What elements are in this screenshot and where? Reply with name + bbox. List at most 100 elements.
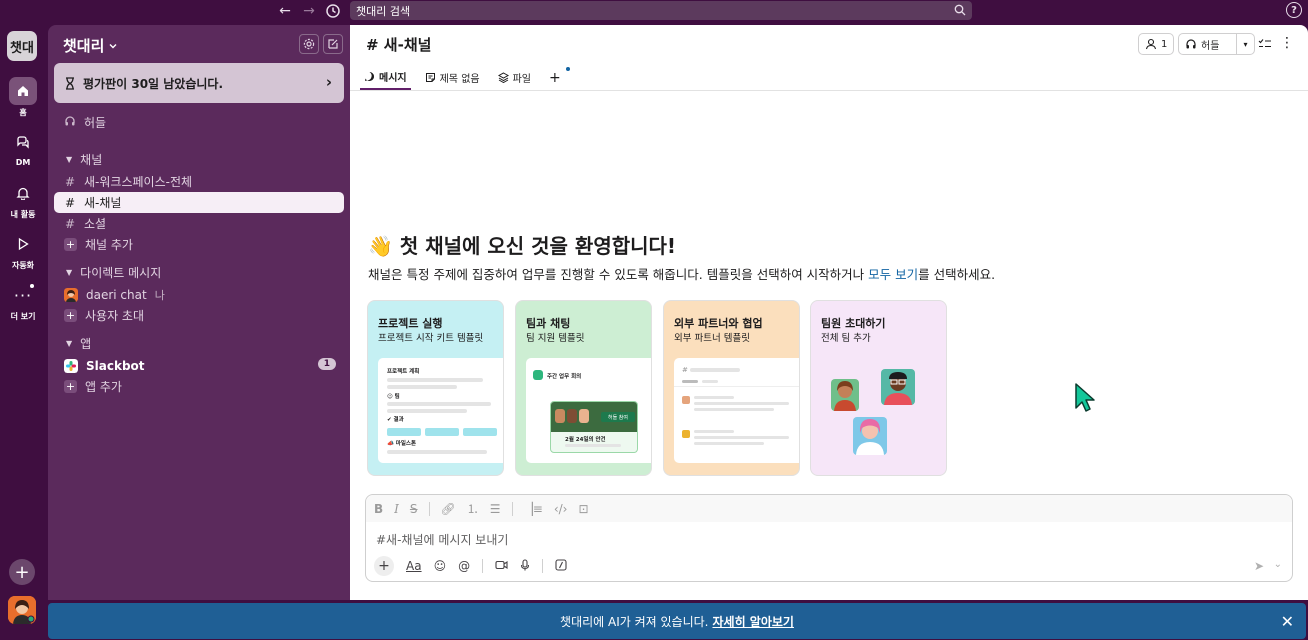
back-icon[interactable]: ← — [275, 1, 295, 21]
caret-down-icon: ▼ — [66, 154, 73, 164]
rail-label-more: 더 보기 — [10, 312, 36, 321]
help-icon[interactable]: ? — [1286, 2, 1302, 18]
search-input[interactable]: 챗대리 검색 — [350, 1, 972, 20]
channel-name: 새-워크스페이스-전체 — [84, 175, 193, 189]
rail-label-automation: 자동화 — [11, 261, 35, 270]
template-card-project[interactable]: 프로젝트 실행 프로젝트 시작 키트 템플릿 프로젝트 계획 ☺ 팀 ✔ 결과 … — [367, 300, 504, 476]
add-tab-button[interactable]: + — [545, 65, 570, 90]
template-card-team-chat[interactable]: 팀과 채팅 팀 지원 템플릿 주간 업무 회의 허들 참여 2월 24일의 안건 — [515, 300, 652, 476]
channel-name: 새-채널 — [84, 196, 122, 210]
plus-icon[interactable]: + — [374, 556, 394, 576]
divider — [350, 90, 1308, 91]
avatar[interactable] — [8, 596, 36, 624]
card-preview: 프로젝트 계획 ☺ 팀 ✔ 결과 📣 마일스톤 — [378, 358, 503, 463]
workspace-logo[interactable]: 챗대 — [7, 31, 37, 61]
mention-icon[interactable]: @ — [458, 559, 470, 573]
canvas-icon — [425, 73, 435, 82]
link-icon[interactable]: 🔗︎ — [441, 502, 456, 516]
composer-actions: + Aa ☺ @ — [374, 556, 567, 576]
sidebar-item-huddles[interactable]: 허들 — [54, 112, 344, 133]
hash-icon: # — [64, 174, 76, 189]
card-subtitle: 전체 팀 추가 — [821, 333, 871, 344]
card-title: 프로젝트 실행 — [378, 317, 443, 330]
italic-icon[interactable]: I — [394, 502, 399, 516]
bullet-list-icon[interactable]: ☰ — [490, 502, 501, 516]
rail-item-dm[interactable]: DM — [0, 128, 46, 167]
members-button[interactable]: 1 — [1138, 33, 1175, 55]
rail-item-home[interactable]: 홈 — [0, 77, 46, 118]
trial-banner[interactable]: 평가판이 30일 남았습니다. › — [54, 63, 344, 103]
sidebar-item-slackbot[interactable]: Slackbot 1 — [54, 355, 344, 376]
plus-icon: + — [64, 238, 77, 251]
more-vertical-icon[interactable]: ⋮ — [1280, 35, 1294, 51]
close-icon[interactable]: ✕ — [1281, 612, 1294, 631]
card-title: 외부 파트너와 협업 — [674, 317, 763, 330]
tab-label: 제목 없음 — [439, 74, 480, 85]
invite-label: 사용자 초대 — [85, 309, 145, 323]
top-bar: ← → 챗대리 검색 ? — [0, 0, 1308, 22]
add-channel-button[interactable]: + 채널 추가 — [54, 234, 344, 255]
plus-icon: + — [64, 380, 77, 393]
sidebar-item-dm[interactable]: daeri chat 나 — [54, 284, 344, 305]
members-count: 1 — [1161, 38, 1168, 50]
rail-item-activity[interactable]: 내 활동 — [0, 179, 46, 220]
microphone-icon[interactable] — [520, 558, 530, 574]
ordered-list-icon[interactable]: ⒈ — [467, 500, 479, 517]
checklist-icon[interactable] — [1252, 33, 1278, 55]
history-icon[interactable] — [323, 1, 343, 21]
card-preview: # — [674, 358, 799, 463]
add-workspace-button[interactable]: + — [9, 559, 35, 585]
compose-icon[interactable] — [323, 34, 343, 54]
code-block-icon[interactable]: ⊡ — [578, 502, 588, 516]
sidebar-item-channel-active[interactable]: # 새-채널 — [54, 192, 344, 213]
preview-line: ☺ 팀 — [387, 394, 400, 400]
more-icon: ··· — [13, 284, 34, 305]
blockquote-icon[interactable]: ▕≡ — [524, 502, 543, 516]
sidebar-item-channel[interactable]: # 새-워크스페이스-전체 — [54, 171, 344, 192]
rail-item-automation[interactable]: 자동화 — [0, 230, 46, 271]
emoji-icon[interactable]: ☺ — [434, 559, 447, 573]
page-title[interactable]: # 새-채널 — [366, 34, 431, 55]
card-subtitle: 팀 지원 템플릿 — [526, 333, 585, 344]
text-format-icon[interactable]: Aa — [406, 559, 422, 573]
section-label: 다이렉트 메시지 — [80, 265, 162, 280]
code-icon[interactable]: ‹/› — [554, 502, 568, 516]
team-illustration — [831, 369, 915, 455]
sidebar-item-channel[interactable]: # 소셜 — [54, 213, 344, 234]
user-icon — [1145, 38, 1157, 50]
see-all-link[interactable]: 모두 보기 — [868, 267, 918, 282]
message-input[interactable]: #새-채널에 메시지 보내기 — [376, 531, 508, 548]
bold-icon[interactable]: B — [374, 502, 383, 516]
caret-down-icon: ▼ — [66, 267, 73, 277]
slash-command-icon[interactable] — [555, 558, 567, 574]
welcome-sub-text: 를 선택하세요. — [918, 267, 996, 282]
forward-icon[interactable]: → — [299, 1, 319, 21]
tab-files[interactable]: 파일 — [494, 65, 535, 90]
section-channels[interactable]: ▼ 채널 — [54, 149, 344, 169]
section-dms[interactable]: ▼ 다이렉트 메시지 — [54, 262, 344, 282]
strikethrough-icon[interactable]: S — [410, 502, 418, 516]
hash-icon: # — [64, 216, 76, 231]
hourglass-icon — [66, 76, 74, 90]
chevron-down-icon[interactable]: ⌄ — [1274, 559, 1282, 570]
banner-text: 챗대리에 AI가 켜져 있습니다. — [560, 614, 709, 629]
invite-people-button[interactable]: + 사용자 초대 — [54, 305, 344, 326]
learn-more-link[interactable]: 자세히 알아보기 — [712, 613, 793, 630]
template-card-external[interactable]: 외부 파트너와 협업 외부 파트너 템플릿 # — [663, 300, 800, 476]
template-card-invite[interactable]: 팀원 초대하기 전체 팀 추가 — [810, 300, 947, 476]
section-apps[interactable]: ▼ 앱 — [54, 333, 344, 353]
send-icon[interactable]: ➤ — [1254, 559, 1264, 573]
tab-canvas[interactable]: 제목 없음 — [421, 65, 484, 90]
slackbot-name: Slackbot — [86, 358, 145, 373]
welcome-subtitle: 채널은 특정 주제에 집중하여 업무를 진행할 수 있도록 해줍니다. 템플릿을… — [368, 264, 995, 283]
chevron-down-icon — [109, 43, 117, 48]
workspace-name[interactable]: 챗대리 — [63, 35, 118, 56]
add-app-button[interactable]: + 앱 추가 — [54, 376, 344, 397]
settings-icon[interactable] — [299, 34, 319, 54]
rail-item-more[interactable]: ··· 더 보기 — [0, 281, 46, 322]
tab-messages[interactable]: 메시지 — [360, 65, 411, 90]
card-subtitle: 프로젝트 시작 키트 템플릿 — [378, 333, 484, 344]
huddle-button[interactable]: 허들 ▾ — [1178, 33, 1255, 55]
search-placeholder: 챗대리 검색 — [356, 4, 411, 18]
video-icon[interactable] — [495, 559, 508, 573]
